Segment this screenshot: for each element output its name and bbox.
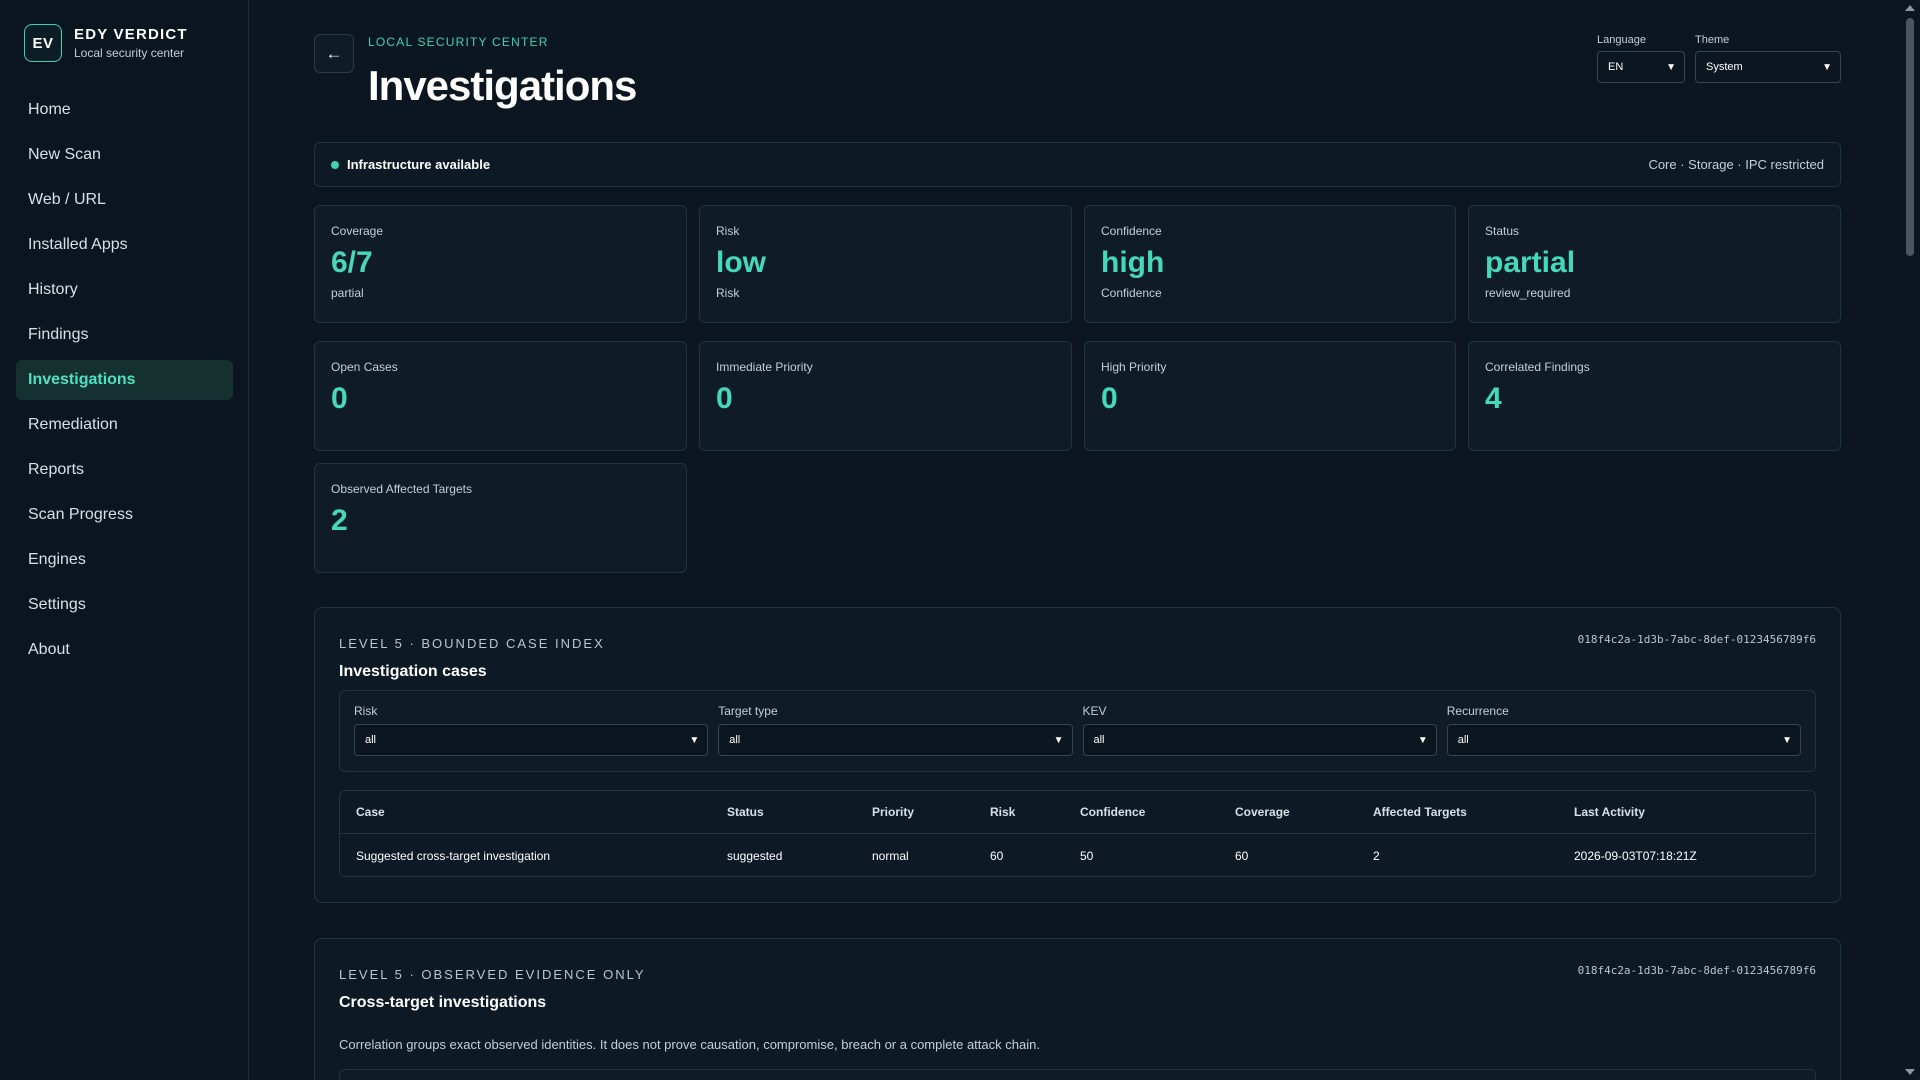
confidence-card: Confidence high Confidence	[1084, 205, 1456, 323]
chevron-down-icon: ▼	[1053, 734, 1064, 746]
brand[interactable]: EV EDY VERDICT Local security center	[24, 24, 188, 62]
kev-filter-select[interactable]: all ▼	[1082, 724, 1437, 756]
table-row[interactable]: Suggested cross-target investigation sug…	[340, 834, 1815, 876]
table-cell: Suggested cross-target investigation	[356, 848, 551, 863]
sidebar-item-about[interactable]: About	[16, 630, 233, 670]
panel-title: Cross-target investigations	[339, 994, 547, 1011]
table-header: Case Status Priority Risk Confidence Cov…	[340, 791, 1815, 834]
sidebar-item-installed-apps[interactable]: Installed Apps	[16, 225, 233, 265]
risk-filter-label: Risk	[354, 704, 378, 718]
column-header[interactable]: Status	[727, 805, 872, 819]
immediate-priority-card: Immediate Priority 0	[699, 341, 1072, 451]
panel-eyebrow: LEVEL 5 · OBSERVED EVIDENCE ONLY	[339, 967, 646, 982]
column-header[interactable]: Coverage	[1235, 805, 1373, 819]
table-cell: suggested	[727, 848, 783, 863]
column-header[interactable]: Affected Targets	[1373, 805, 1574, 819]
theme-label: Theme	[1695, 34, 1730, 46]
sidebar-item-web-url[interactable]: Web / URL	[16, 180, 233, 220]
chevron-down-icon: ▼	[1822, 61, 1832, 73]
language-select[interactable]: EN ▼	[1597, 51, 1685, 83]
language-label: Language	[1597, 34, 1646, 46]
status-dot-icon	[331, 160, 339, 169]
scroll-down-icon[interactable]	[1905, 1069, 1915, 1075]
sidebar-item-home[interactable]: Home	[16, 90, 233, 130]
table-cell: normal	[872, 848, 909, 863]
sidebar-item-history[interactable]: History	[16, 270, 233, 310]
recurrence-filter-select[interactable]: all ▼	[1446, 724, 1801, 756]
panel-eyebrow: LEVEL 5 · BOUNDED CASE INDEX	[339, 636, 605, 651]
brand-logo: EV	[24, 24, 62, 62]
sidebar: EV EDY VERDICT Local security center Hom…	[0, 0, 249, 1080]
status-card: Status partial review_required	[1468, 205, 1841, 323]
scroll-up-icon[interactable]	[1905, 5, 1915, 11]
status-detail: Core · Storage · IPC restricted	[1648, 157, 1824, 172]
sidebar-nav: Home New Scan Web / URL Installed Apps H…	[16, 90, 233, 675]
header-controls: Language EN ▼ Theme System ▼	[1597, 34, 1841, 83]
scroll-thumb[interactable]	[1906, 18, 1914, 256]
brand-name: EDY VERDICT	[74, 26, 188, 43]
sidebar-item-new-scan[interactable]: New Scan	[16, 135, 233, 175]
case-filters: Risk all ▼ Target type all ▼ KEV all ▼ R…	[339, 690, 1816, 772]
kev-filter-label: KEV	[1082, 704, 1107, 718]
target-type-filter-label: Target type	[718, 704, 778, 718]
high-priority-card: High Priority 0	[1084, 341, 1456, 451]
brand-subtitle: Local security center	[74, 46, 185, 60]
panel-id: 018f4c2a-1d3b-7abc-8def-0123456789f6	[1577, 633, 1816, 646]
column-header[interactable]: Case	[340, 805, 727, 819]
risk-filter-select[interactable]: all ▼	[354, 724, 709, 756]
table-cell: 60	[990, 848, 1004, 863]
theme-select[interactable]: System ▼	[1695, 51, 1841, 83]
risk-card: Risk low Risk	[699, 205, 1072, 323]
cross-target-panel: LEVEL 5 · OBSERVED EVIDENCE ONLY 018f4c2…	[314, 938, 1841, 1080]
coverage-card: Coverage 6/7 partial	[314, 205, 687, 323]
table-cell: 2	[1373, 848, 1380, 863]
chevron-down-icon: ▼	[1782, 734, 1792, 746]
open-cases-card: Open Cases 0	[314, 341, 687, 451]
sidebar-item-settings[interactable]: Settings	[16, 585, 233, 625]
cases-table: Case Status Priority Risk Confidence Cov…	[339, 790, 1816, 877]
recurrence-filter-label: Recurrence	[1446, 704, 1509, 718]
sidebar-item-scan-progress[interactable]: Scan Progress	[16, 495, 233, 535]
cross-target-content	[339, 1069, 1816, 1080]
target-type-filter-select[interactable]: all ▼	[718, 724, 1073, 756]
sidebar-item-findings[interactable]: Findings	[16, 315, 233, 355]
chevron-down-icon: ▼	[689, 734, 700, 746]
observed-affected-targets-card: Observed Affected Targets 2	[314, 463, 687, 573]
column-header[interactable]: Priority	[872, 805, 990, 819]
sidebar-item-engines[interactable]: Engines	[16, 540, 233, 580]
page-scrollbar[interactable]	[1900, 0, 1920, 1080]
table-cell: 2026-09-03T07:18:21Z	[1574, 848, 1697, 863]
column-header[interactable]: Confidence	[1080, 805, 1235, 819]
investigation-cases-panel: LEVEL 5 · BOUNDED CASE INDEX 018f4c2a-1d…	[314, 607, 1841, 903]
chevron-down-icon: ▼	[1666, 61, 1676, 73]
sidebar-item-reports[interactable]: Reports	[16, 450, 233, 490]
panel-id: 018f4c2a-1d3b-7abc-8def-0123456789f6	[1577, 964, 1816, 977]
back-button[interactable]: ←	[314, 34, 354, 73]
panel-title: Investigation cases	[339, 663, 487, 680]
column-header[interactable]: Risk	[990, 805, 1080, 819]
sidebar-item-remediation[interactable]: Remediation	[16, 405, 233, 445]
chevron-down-icon: ▼	[1417, 734, 1428, 746]
table-cell: 50	[1080, 848, 1094, 863]
infrastructure-status-bar: Infrastructure available Core · Storage …	[314, 142, 1841, 187]
correlated-findings-card: Correlated Findings 4	[1468, 341, 1841, 451]
page-title: Investigations	[368, 62, 637, 109]
arrow-left-icon: ←	[325, 43, 343, 63]
panel-description: Correlation groups exact observed identi…	[339, 1037, 1040, 1052]
status-text: Infrastructure available	[347, 157, 491, 172]
sidebar-item-investigations[interactable]: Investigations	[16, 360, 233, 400]
table-cell: 60	[1235, 848, 1249, 863]
page-eyebrow: LOCAL SECURITY CENTER	[368, 35, 549, 49]
column-header[interactable]: Last Activity	[1574, 805, 1815, 819]
